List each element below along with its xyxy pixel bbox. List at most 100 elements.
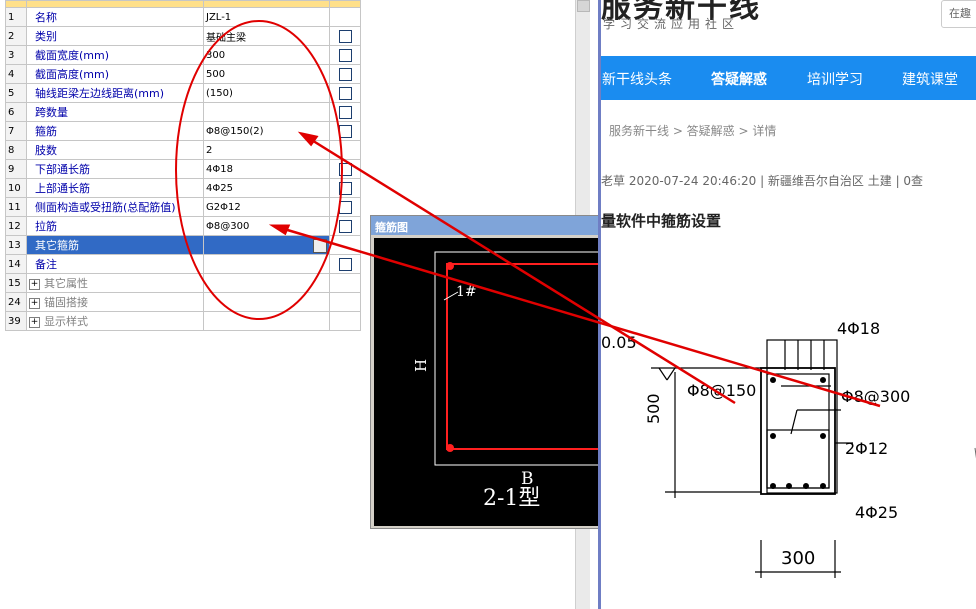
stirrup-label: Φ8@150 (687, 381, 756, 400)
property-name: 显示样式 (44, 315, 88, 328)
property-name: 侧面构造或受扭筋(总配筋值) (35, 201, 176, 214)
property-value-cell[interactable]: 500 (203, 64, 330, 84)
tie-label: Φ8@300 (841, 387, 910, 406)
attach-checkbox[interactable] (338, 29, 352, 43)
property-value-cell[interactable] (203, 273, 330, 293)
property-name: 类别 (35, 30, 57, 43)
property-value-cell[interactable] (203, 102, 330, 122)
attach-checkbox[interactable] (338, 105, 352, 119)
property-value-cell[interactable]: JZL-1 (203, 7, 330, 27)
row-number: 5 (5, 83, 27, 103)
property-row[interactable]: 5 轴线距梁左边线距离(mm) (150) (5, 83, 361, 103)
property-value[interactable]: 500 (206, 69, 225, 80)
nav-item-headlines[interactable]: 新干线头条 (602, 69, 672, 89)
property-value-cell[interactable]: 2 (203, 140, 330, 160)
nav-item-qa[interactable]: 答疑解惑 (711, 69, 767, 89)
width-dim-label: 300 (781, 548, 815, 569)
property-value[interactable]: G2Φ12 (206, 202, 241, 213)
property-row[interactable]: 2 类别 基础主梁 (5, 26, 361, 46)
property-value-cell[interactable]: Φ8@150(2) (203, 121, 330, 141)
nav-item-classroom[interactable]: 建筑课堂 (902, 69, 958, 89)
attach-checkbox[interactable] (338, 219, 352, 233)
row-number: 11 (5, 197, 27, 217)
property-value-cell[interactable]: 300 (203, 45, 330, 65)
property-value[interactable]: 4Φ18 (206, 164, 233, 175)
property-value[interactable]: JZL-1 (206, 12, 231, 23)
property-value-cell[interactable]: 4Φ25 (203, 178, 330, 198)
property-row[interactable]: 7 箍筋 Φ8@150(2) (5, 121, 361, 141)
row-number: 3 (5, 45, 27, 65)
property-value[interactable]: 2 (206, 145, 212, 156)
expand-icon[interactable]: + (29, 316, 40, 328)
level-mark-b (666, 367, 676, 381)
property-name: 其它属性 (44, 277, 88, 290)
property-row[interactable]: 9 下部通长筋 4Φ18 (5, 159, 361, 179)
row-number: 2 (5, 26, 27, 46)
attach-checkbox[interactable] (338, 48, 352, 62)
property-row[interactable]: 39 + 显示样式 (5, 311, 361, 331)
property-value[interactable]: Φ8@150(2) (206, 126, 264, 137)
rebar-top-2 (820, 377, 826, 383)
property-name: 箍筋 (35, 125, 57, 138)
ellipsis-button[interactable] (313, 239, 327, 253)
property-value-cell[interactable] (203, 254, 330, 274)
window-title: 箍筋图 (375, 221, 408, 234)
attach-checkbox[interactable] (338, 86, 352, 100)
property-value[interactable]: 300 (206, 50, 225, 61)
property-value[interactable]: 4Φ25 (206, 183, 233, 194)
property-value-cell[interactable]: (150) (203, 83, 330, 103)
attach-checkbox[interactable] (338, 67, 352, 81)
attach-cell (329, 197, 361, 217)
property-name: 名称 (35, 11, 57, 24)
attach-checkbox[interactable] (338, 162, 352, 176)
stirrup-inner (766, 373, 830, 489)
property-value-cell[interactable]: Φ8@300 (203, 216, 330, 236)
property-name: 跨数量 (35, 106, 68, 119)
expand-icon[interactable]: + (29, 297, 40, 309)
rebar-side-2 (820, 433, 826, 439)
property-value-cell[interactable] (203, 235, 330, 255)
article-meta: 老草 2020-07-24 20:46:20 | 新疆维吾尔自治区 土建 | 0… (601, 174, 924, 188)
property-value[interactable]: (150) (206, 88, 233, 99)
property-value[interactable]: Φ8@300 (206, 221, 249, 232)
property-row[interactable]: 11 侧面构造或受扭筋(总配筋值) G2Φ12 (5, 197, 361, 217)
window-titlebar[interactable]: 箍筋图 (371, 216, 599, 235)
row-number: 39 (5, 311, 27, 331)
property-row[interactable]: 24 + 锚固搭接 (5, 292, 361, 312)
breadcrumb[interactable]: 服务新干线 > 答疑解惑 > 详情 (609, 122, 776, 139)
property-value-cell[interactable] (203, 292, 330, 312)
property-row[interactable]: 4 截面高度(mm) 500 (5, 64, 361, 84)
property-name-cell: + 其它属性 (26, 273, 204, 293)
property-name-cell: 截面宽度(mm) (26, 45, 204, 65)
attach-checkbox[interactable] (338, 124, 352, 138)
property-row[interactable]: 15 + 其它属性 (5, 273, 361, 293)
property-value-cell[interactable]: 4Φ18 (203, 159, 330, 179)
property-row[interactable]: 14 备注 (5, 254, 361, 274)
search-input[interactable]: 在趣 (941, 0, 976, 28)
row-number: 12 (5, 216, 27, 236)
expand-icon[interactable]: + (29, 278, 40, 290)
property-row[interactable]: 6 跨数量 (5, 102, 361, 122)
property-value-cell[interactable]: G2Φ12 (203, 197, 330, 217)
site-slogan: 学习交流应用社区 (603, 17, 740, 31)
attach-cell (329, 178, 361, 198)
attach-checkbox[interactable] (338, 257, 352, 271)
attach-cell (329, 216, 361, 236)
property-row[interactable]: 8 肢数 2 (5, 140, 361, 160)
property-row[interactable]: 1 名称 JZL-1 (5, 7, 361, 27)
property-row[interactable]: 13 其它箍筋 (5, 235, 361, 255)
property-name-cell: 类别 (26, 26, 204, 46)
property-value-cell[interactable] (203, 311, 330, 331)
web-article-page: 服务新干线 学习交流应用社区 在趣 新干线头条 答疑解惑 培训学习 建筑课堂 服… (598, 0, 976, 609)
attach-checkbox[interactable] (338, 181, 352, 195)
nav-item-training[interactable]: 培训学习 (807, 69, 863, 89)
attach-checkbox[interactable] (338, 200, 352, 214)
scrollbar-thumb[interactable] (577, 0, 590, 12)
attach-cell (329, 140, 361, 160)
property-value-cell[interactable]: 基础主梁 (203, 26, 330, 46)
property-row[interactable]: 12 拉筋 Φ8@300 (5, 216, 361, 236)
property-row[interactable]: 3 截面宽度(mm) 300 (5, 45, 361, 65)
property-value[interactable]: 基础主梁 (206, 33, 246, 44)
property-row[interactable]: 10 上部通长筋 4Φ25 (5, 178, 361, 198)
stirrup-diagram-window[interactable]: 箍筋图 1# H B 2-1型 (370, 215, 611, 529)
